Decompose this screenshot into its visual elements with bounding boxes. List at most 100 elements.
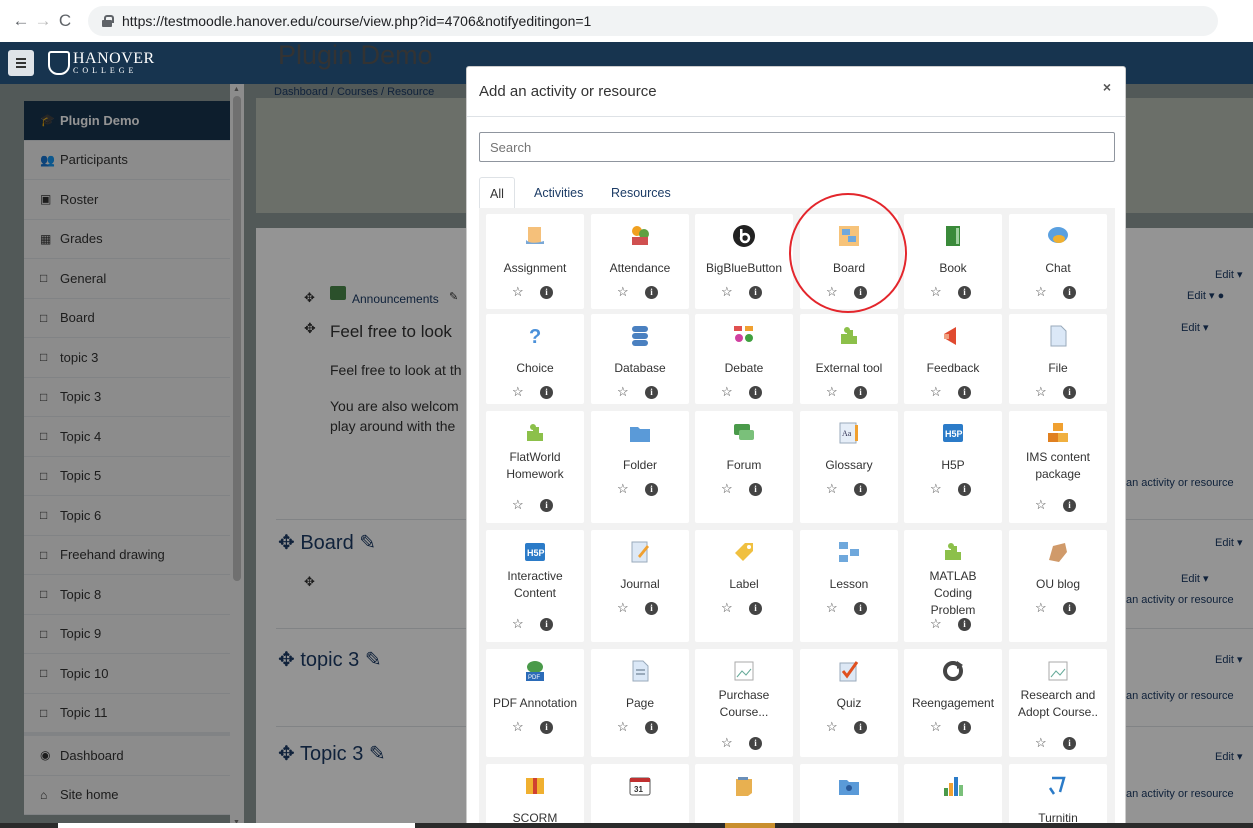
info-icon[interactable]: i — [854, 721, 867, 734]
activity-card[interactable]: Assignment ☆ i — [486, 214, 584, 309]
info-icon[interactable]: i — [645, 286, 658, 299]
info-icon[interactable]: i — [749, 286, 762, 299]
star-icon[interactable]: ☆ — [512, 719, 524, 735]
star-icon[interactable]: ☆ — [512, 616, 524, 632]
search-input[interactable] — [479, 132, 1115, 162]
star-icon[interactable]: ☆ — [1035, 497, 1047, 513]
tab-resources[interactable]: Resources — [601, 177, 681, 209]
close-icon[interactable]: × — [1103, 79, 1111, 95]
activity-card[interactable]: Folder ☆ i — [591, 411, 689, 523]
star-icon[interactable]: ☆ — [721, 600, 733, 616]
info-icon[interactable]: i — [1063, 737, 1076, 750]
reload-icon[interactable]: C — [54, 11, 76, 31]
info-icon[interactable]: i — [540, 286, 553, 299]
activity-card[interactable]: Feedback ☆ i — [904, 314, 1002, 404]
activity-card[interactable]: Lesson ☆ i — [800, 530, 898, 642]
info-icon[interactable]: i — [645, 386, 658, 399]
activity-card[interactable]: MATLAB Coding Problem ☆ i — [904, 530, 1002, 642]
star-icon[interactable]: ☆ — [617, 600, 629, 616]
activity-card[interactable]: Journal ☆ i — [591, 530, 689, 642]
star-icon[interactable]: ☆ — [721, 384, 733, 400]
star-icon[interactable]: ☆ — [617, 384, 629, 400]
activity-card[interactable]: File ☆ i — [1009, 314, 1107, 404]
star-icon[interactable]: ☆ — [930, 284, 942, 300]
info-icon[interactable]: i — [958, 286, 971, 299]
activity-card[interactable]: Reengagement ☆ i — [904, 649, 1002, 757]
star-icon[interactable]: ☆ — [930, 481, 942, 497]
activity-card[interactable]: FlatWorld Homework ☆ i — [486, 411, 584, 523]
star-icon[interactable]: ☆ — [1035, 284, 1047, 300]
star-icon[interactable]: ☆ — [617, 481, 629, 497]
star-icon[interactable]: ☆ — [826, 481, 838, 497]
info-icon[interactable]: i — [749, 737, 762, 750]
info-icon[interactable]: i — [854, 386, 867, 399]
info-icon[interactable]: i — [749, 483, 762, 496]
star-icon[interactable]: ☆ — [512, 384, 524, 400]
star-icon[interactable]: ☆ — [1035, 735, 1047, 751]
star-icon[interactable]: ☆ — [512, 497, 524, 513]
activity-card[interactable] — [904, 764, 1002, 827]
activity-card[interactable] — [695, 764, 793, 827]
activity-card[interactable]: Research and Adopt Course.. ☆ i — [1009, 649, 1107, 757]
info-icon[interactable]: i — [1063, 386, 1076, 399]
activity-card[interactable]: Label ☆ i — [695, 530, 793, 642]
star-icon[interactable]: ☆ — [512, 284, 524, 300]
activity-card[interactable]: Database ☆ i — [591, 314, 689, 404]
info-icon[interactable]: i — [958, 721, 971, 734]
activity-card[interactable]: Turnitin — [1009, 764, 1107, 827]
activity-card[interactable]: Book ☆ i — [904, 214, 1002, 309]
star-icon[interactable]: ☆ — [617, 284, 629, 300]
info-icon[interactable]: i — [645, 602, 658, 615]
star-icon[interactable]: ☆ — [826, 384, 838, 400]
info-icon[interactable]: i — [958, 483, 971, 496]
activity-card[interactable]: H5P H5P ☆ i — [904, 411, 1002, 523]
star-icon[interactable]: ☆ — [721, 735, 733, 751]
star-icon[interactable]: ☆ — [930, 616, 942, 632]
back-icon[interactable]: ← — [10, 11, 32, 31]
activity-card[interactable]: Debate ☆ i — [695, 314, 793, 404]
activity-card[interactable]: Quiz ☆ i — [800, 649, 898, 757]
activity-card[interactable]: BigBlueButton ☆ i — [695, 214, 793, 309]
info-icon[interactable]: i — [540, 721, 553, 734]
info-icon[interactable]: i — [749, 602, 762, 615]
activity-card[interactable]: OU blog ☆ i — [1009, 530, 1107, 642]
star-icon[interactable]: ☆ — [721, 284, 733, 300]
info-icon[interactable]: i — [540, 499, 553, 512]
activity-card[interactable]: Chat ☆ i — [1009, 214, 1107, 309]
star-icon[interactable]: ☆ — [826, 600, 838, 616]
star-icon[interactable]: ☆ — [826, 719, 838, 735]
activity-card[interactable]: 31 — [591, 764, 689, 827]
info-icon[interactable]: i — [1063, 286, 1076, 299]
info-icon[interactable]: i — [749, 386, 762, 399]
activity-card[interactable]: IMS content package ☆ i — [1009, 411, 1107, 523]
info-icon[interactable]: i — [1063, 499, 1076, 512]
menu-toggle-button[interactable] — [8, 50, 34, 76]
activity-card[interactable]: SCORM — [486, 764, 584, 827]
info-icon[interactable]: i — [854, 602, 867, 615]
activity-card[interactable] — [800, 764, 898, 827]
info-icon[interactable]: i — [540, 618, 553, 631]
activity-card[interactable]: External tool ☆ i — [800, 314, 898, 404]
info-icon[interactable]: i — [645, 721, 658, 734]
activity-card[interactable]: Purchase Course... ☆ i — [695, 649, 793, 757]
forward-icon[interactable]: → — [32, 11, 54, 31]
info-icon[interactable]: i — [540, 386, 553, 399]
info-icon[interactable]: i — [854, 483, 867, 496]
tab-all[interactable]: All — [479, 177, 515, 209]
site-logo[interactable]: HANOVER COLLEGE — [48, 51, 155, 75]
address-bar[interactable]: https://testmoodle.hanover.edu/course/vi… — [88, 6, 1218, 36]
activity-card[interactable]: H5P Interactive Content ☆ i — [486, 530, 584, 642]
tab-activities[interactable]: Activities — [524, 177, 593, 209]
star-icon[interactable]: ☆ — [721, 481, 733, 497]
info-icon[interactable]: i — [958, 618, 971, 631]
info-icon[interactable]: i — [1063, 602, 1076, 615]
star-icon[interactable]: ☆ — [930, 719, 942, 735]
star-icon[interactable]: ☆ — [1035, 600, 1047, 616]
star-icon[interactable]: ☆ — [1035, 384, 1047, 400]
activity-card[interactable]: Attendance ☆ i — [591, 214, 689, 309]
activity-card[interactable]: PDF PDF Annotation ☆ i — [486, 649, 584, 757]
star-icon[interactable]: ☆ — [930, 384, 942, 400]
info-icon[interactable]: i — [958, 386, 971, 399]
activity-card[interactable]: Page ☆ i — [591, 649, 689, 757]
info-icon[interactable]: i — [645, 483, 658, 496]
